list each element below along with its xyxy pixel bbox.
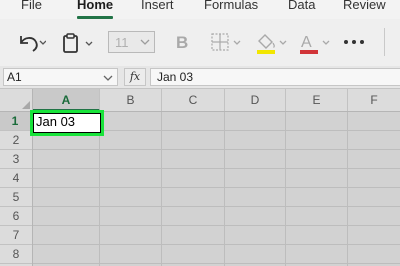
gridline [33,263,400,264]
row-header-6[interactable]: 6 [0,207,32,226]
column-header-b[interactable]: B [100,89,162,111]
row-headers: 1 2 3 4 5 6 7 8 [0,112,33,266]
column-header-a[interactable]: A [33,89,100,111]
gridline [347,112,348,266]
chevron-down-icon[interactable] [103,74,113,82]
name-box[interactable]: A1 [3,68,118,86]
gridline [33,225,400,226]
row-header-8[interactable]: 8 [0,245,32,264]
svg-text:A: A [301,34,312,51]
tab-home[interactable]: Home [77,0,113,12]
home-toolbar: 11 B A [0,19,400,67]
gridline [285,112,286,266]
name-box-value: A1 [7,70,22,84]
column-headers: A B C D E F [0,89,400,112]
tab-insert[interactable]: Insert [141,0,174,12]
row-header-3[interactable]: 3 [0,150,32,169]
row-header-7[interactable]: 7 [0,226,32,245]
gridline [33,149,400,150]
bold-icon[interactable]: B [174,32,192,52]
cell-a1[interactable]: Jan 03 [33,113,101,133]
insert-function-button[interactable]: fx [124,68,146,86]
select-all-triangle [22,101,30,109]
toolbar-separator [384,28,385,56]
gridline [33,244,400,245]
borders-icon[interactable] [210,32,244,54]
undo-icon[interactable] [16,33,46,53]
tab-file[interactable]: File [21,0,42,12]
gridline [161,112,162,266]
column-header-d[interactable]: D [225,89,286,111]
row-header-4[interactable]: 4 [0,169,32,188]
formula-input[interactable]: Jan 03 [150,68,400,86]
chevron-down-icon [140,39,150,45]
column-header-c[interactable]: C [162,89,225,111]
gridline [33,168,400,169]
gridline [33,206,400,207]
formula-bar: A1 fx Jan 03 [0,66,400,89]
column-header-e[interactable]: E [286,89,348,111]
ribbon-tabs: File Home Insert Formulas Data Review [0,0,400,19]
row-header-5[interactable]: 5 [0,188,32,207]
gridline [33,187,400,188]
paste-icon[interactable] [60,32,96,54]
row-header-1[interactable]: 1 [0,112,32,131]
svg-text:B: B [176,33,188,52]
row-header-2[interactable]: 2 [0,131,32,150]
column-header-f[interactable]: F [348,89,400,111]
tab-formulas[interactable]: Formulas [204,0,258,12]
font-color-icon[interactable]: A [297,30,333,56]
select-all-corner[interactable] [0,89,33,111]
gridline [224,112,225,266]
font-size-value: 11 [115,35,129,50]
tab-data[interactable]: Data [288,0,315,12]
tab-review[interactable]: Review [343,0,386,12]
more-icon[interactable] [342,38,366,46]
fill-color-icon[interactable] [254,30,290,56]
formula-value: Jan 03 [157,70,194,84]
font-size-select[interactable]: 11 [108,31,155,53]
